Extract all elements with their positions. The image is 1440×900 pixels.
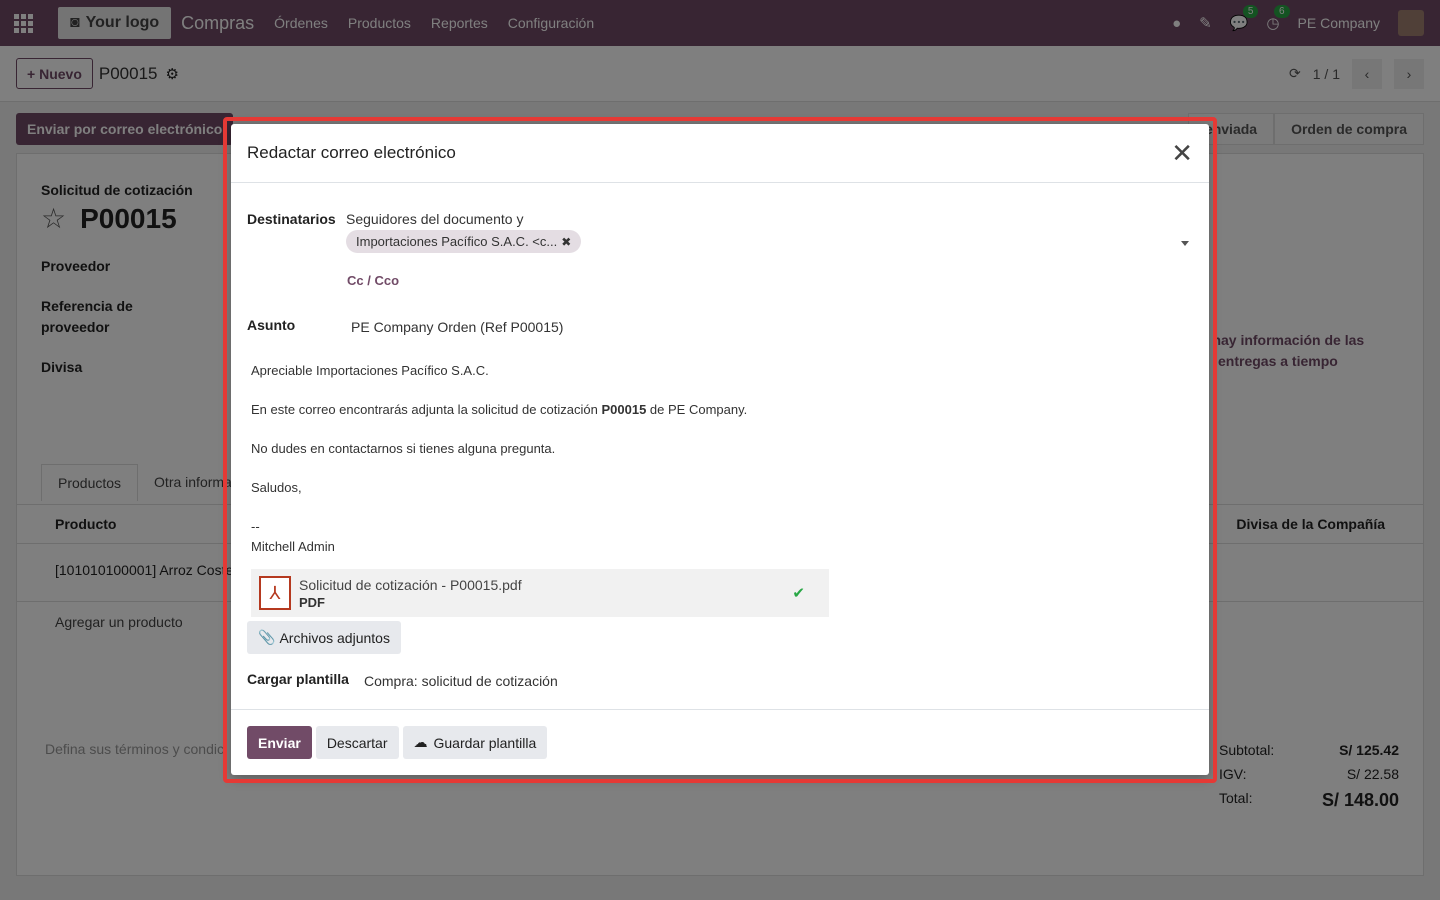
attach-files-button[interactable]: 📎 Archivos adjuntos bbox=[247, 621, 401, 654]
body-line1: En este correo encontrarás adjunta la so… bbox=[251, 402, 748, 417]
attachment-item[interactable]: ⅄ Solicitud de cotización - P00015.pdf P… bbox=[251, 569, 829, 617]
cloud-upload-icon: ☁ bbox=[413, 734, 428, 750]
dialog-title: Redactar correo electrónico bbox=[247, 143, 456, 162]
body-greeting: Apreciable Importaciones Pacífico S.A.C. bbox=[251, 363, 489, 378]
tag-remove-icon[interactable]: ✖ bbox=[561, 235, 571, 249]
email-body-editor[interactable]: Apreciable Importaciones Pacífico S.A.C.… bbox=[251, 361, 747, 556]
pdf-icon: ⅄ bbox=[259, 576, 291, 610]
recipients-label: Destinatarios bbox=[247, 211, 336, 227]
template-select[interactable]: Compra: solicitud de cotización bbox=[364, 673, 558, 689]
discard-button[interactable]: Descartar bbox=[315, 726, 399, 759]
body-line2: No dudes en contactarnos si tienes algun… bbox=[251, 441, 556, 456]
chevron-down-icon[interactable] bbox=[1181, 241, 1189, 246]
cc-bcc-link[interactable]: Cc / Cco bbox=[347, 273, 399, 288]
recipients-prefix: Seguidores del documento y bbox=[346, 211, 524, 227]
save-template-button[interactable]: ☁ Guardar plantilla bbox=[402, 726, 548, 759]
body-sig-sep: -- bbox=[251, 519, 260, 534]
compose-email-dialog: Redactar correo electrónico ✕ Destinatar… bbox=[231, 124, 1209, 775]
subject-input[interactable]: PE Company Orden (Ref P00015) bbox=[351, 319, 563, 335]
close-icon[interactable]: ✕ bbox=[1171, 140, 1193, 166]
recipient-tag[interactable]: Importaciones Pacífico S.A.C. <c... ✖ bbox=[346, 230, 582, 253]
attachment-name: Solicitud de cotización - P00015.pdf bbox=[299, 576, 522, 593]
send-button[interactable]: Enviar bbox=[247, 726, 312, 759]
paperclip-icon: 📎 bbox=[258, 629, 276, 645]
check-icon: ✔ bbox=[792, 585, 805, 602]
body-signature: Mitchell Admin bbox=[251, 538, 335, 554]
template-label: Cargar plantilla bbox=[247, 671, 349, 687]
body-closing: Saludos, bbox=[251, 480, 302, 495]
subject-label: Asunto bbox=[247, 317, 296, 333]
attachment-type: PDF bbox=[299, 594, 325, 610]
